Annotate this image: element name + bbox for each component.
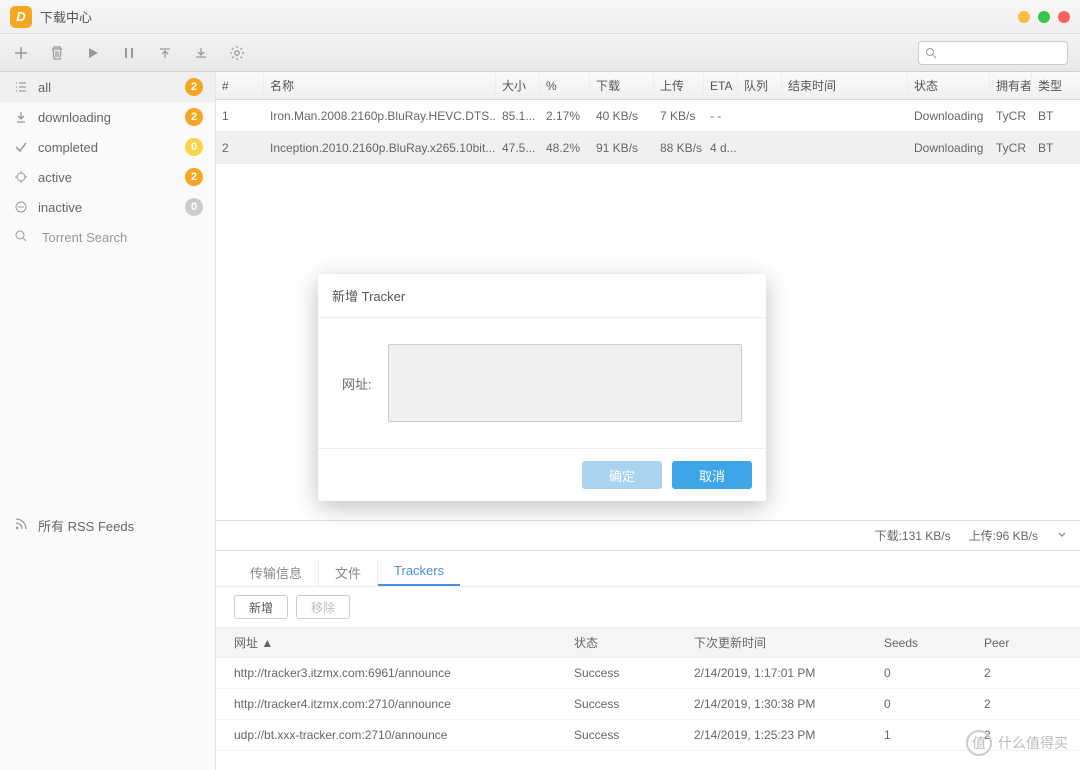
col-upload[interactable]: 上传 — [654, 72, 704, 99]
stats-upload: 上传:96 KB/s — [969, 527, 1038, 544]
col-url[interactable]: 网址 ▲ — [234, 634, 574, 651]
search-icon — [14, 229, 30, 246]
col-status[interactable]: 状态 — [908, 72, 990, 99]
tab-info[interactable]: 传输信息 — [234, 559, 319, 586]
col-name[interactable]: 名称 — [264, 72, 496, 99]
search-icon — [925, 47, 937, 59]
detail-tabs: 传输信息 文件 Trackers — [216, 551, 1080, 587]
sidebar-item-label: all — [38, 80, 51, 95]
titlebar: D 下载中心 — [0, 0, 1080, 34]
add-icon[interactable] — [12, 44, 30, 62]
app-icon: D — [10, 6, 32, 28]
stats-download: 下载:131 KB/s — [875, 527, 951, 544]
ok-button[interactable]: 确定 — [582, 461, 662, 489]
sidebar-item-label: completed — [38, 140, 98, 155]
window-controls — [1018, 11, 1070, 23]
table-header: # 名称 大小 % 下载 上传 ETA 队列 结束时间 状态 拥有者 类型 — [216, 72, 1080, 100]
col-next-update[interactable]: 下次更新时间 — [694, 634, 884, 651]
watermark-text: 什么值得买 — [998, 733, 1068, 753]
sidebar-item-all[interactable]: all 2 — [0, 72, 215, 102]
col-eta[interactable]: ETA — [704, 72, 738, 99]
col-peer[interactable]: Peer — [984, 636, 1044, 650]
badge: 0 — [185, 198, 203, 216]
sidebar-item-active[interactable]: active 2 — [0, 162, 215, 192]
search-placeholder: Torrent Search — [42, 230, 127, 245]
rss-label: 所有 RSS Feeds — [38, 516, 134, 535]
table-row[interactable]: 2 Inception.2010.2160p.BluRay.x265.10bit… — [216, 132, 1080, 164]
sidebar-search[interactable]: Torrent Search — [0, 222, 215, 252]
col-size[interactable]: 大小 — [496, 72, 540, 99]
pause-icon[interactable] — [120, 44, 138, 62]
badge: 2 — [185, 108, 203, 126]
remove-tracker-button[interactable]: 移除 — [296, 595, 350, 619]
detail-actions: 新增 移除 — [216, 587, 1080, 627]
dialog-title: 新增 Tracker — [318, 274, 766, 317]
tracker-row[interactable]: udp://bt.xxx-tracker.com:2710/announce S… — [216, 720, 1080, 751]
sidebar-item-downloading[interactable]: downloading 2 — [0, 102, 215, 132]
tab-files[interactable]: 文件 — [319, 559, 378, 586]
col-index[interactable]: # — [216, 72, 264, 99]
watermark-icon: 值 — [966, 730, 992, 756]
col-queue[interactable]: 队列 — [738, 72, 782, 99]
list-icon — [14, 80, 30, 94]
maximize-button[interactable] — [1038, 11, 1050, 23]
col-download[interactable]: 下载 — [590, 72, 654, 99]
table-row[interactable]: 1 Iron.Man.2008.2160p.BluRay.HEVC.DTS...… — [216, 100, 1080, 132]
gear-icon[interactable] — [228, 44, 246, 62]
badge: 2 — [185, 168, 203, 186]
url-textarea[interactable] — [388, 344, 742, 422]
download-icon — [14, 110, 30, 124]
sidebar-item-label: active — [38, 170, 72, 185]
col-percent[interactable]: % — [540, 72, 590, 99]
stats-bar: 下载:131 KB/s 上传:96 KB/s — [216, 520, 1080, 550]
add-tracker-dialog: 新增 Tracker 网址: 确定 取消 — [318, 274, 766, 501]
tracker-header: 网址 ▲ 状态 下次更新时间 Seeds Peer — [216, 627, 1080, 658]
add-tracker-button[interactable]: 新增 — [234, 595, 288, 619]
tracker-row[interactable]: http://tracker3.itzmx.com:6961/announce … — [216, 658, 1080, 689]
tracker-row[interactable]: http://tracker4.itzmx.com:2710/announce … — [216, 689, 1080, 720]
col-owner[interactable]: 拥有者 — [990, 72, 1032, 99]
window-title: 下载中心 — [40, 7, 92, 26]
toolbar-search[interactable] — [918, 41, 1068, 65]
toolbar — [0, 34, 1080, 72]
cancel-button[interactable]: 取消 — [672, 461, 752, 489]
close-button[interactable] — [1058, 11, 1070, 23]
col-status[interactable]: 状态 — [574, 634, 694, 651]
sidebar-item-label: downloading — [38, 110, 111, 125]
move-bottom-icon[interactable] — [192, 44, 210, 62]
col-seeds[interactable]: Seeds — [884, 636, 984, 650]
check-icon — [14, 140, 30, 154]
chevron-down-icon[interactable] — [1056, 528, 1068, 543]
delete-icon[interactable] — [48, 44, 66, 62]
active-icon — [14, 170, 30, 184]
url-label: 网址: — [342, 374, 372, 393]
badge: 2 — [185, 78, 203, 96]
sidebar-item-label: inactive — [38, 200, 82, 215]
inactive-icon — [14, 200, 30, 214]
watermark: 值 什么值得买 — [966, 730, 1068, 756]
col-type[interactable]: 类型 — [1032, 72, 1062, 99]
tab-trackers[interactable]: Trackers — [378, 559, 460, 586]
badge: 0 — [185, 138, 203, 156]
minimize-button[interactable] — [1018, 11, 1030, 23]
rss-icon — [14, 517, 30, 534]
sidebar-item-rss[interactable]: 所有 RSS Feeds — [0, 510, 215, 540]
col-endtime[interactable]: 结束时间 — [782, 72, 908, 99]
play-icon[interactable] — [84, 44, 102, 62]
sidebar: all 2 downloading 2 completed 0 active 2… — [0, 72, 216, 770]
sidebar-item-inactive[interactable]: inactive 0 — [0, 192, 215, 222]
detail-panel: 传输信息 文件 Trackers 新增 移除 网址 ▲ 状态 下次更新时间 Se… — [216, 550, 1080, 770]
move-top-icon[interactable] — [156, 44, 174, 62]
sidebar-item-completed[interactable]: completed 0 — [0, 132, 215, 162]
